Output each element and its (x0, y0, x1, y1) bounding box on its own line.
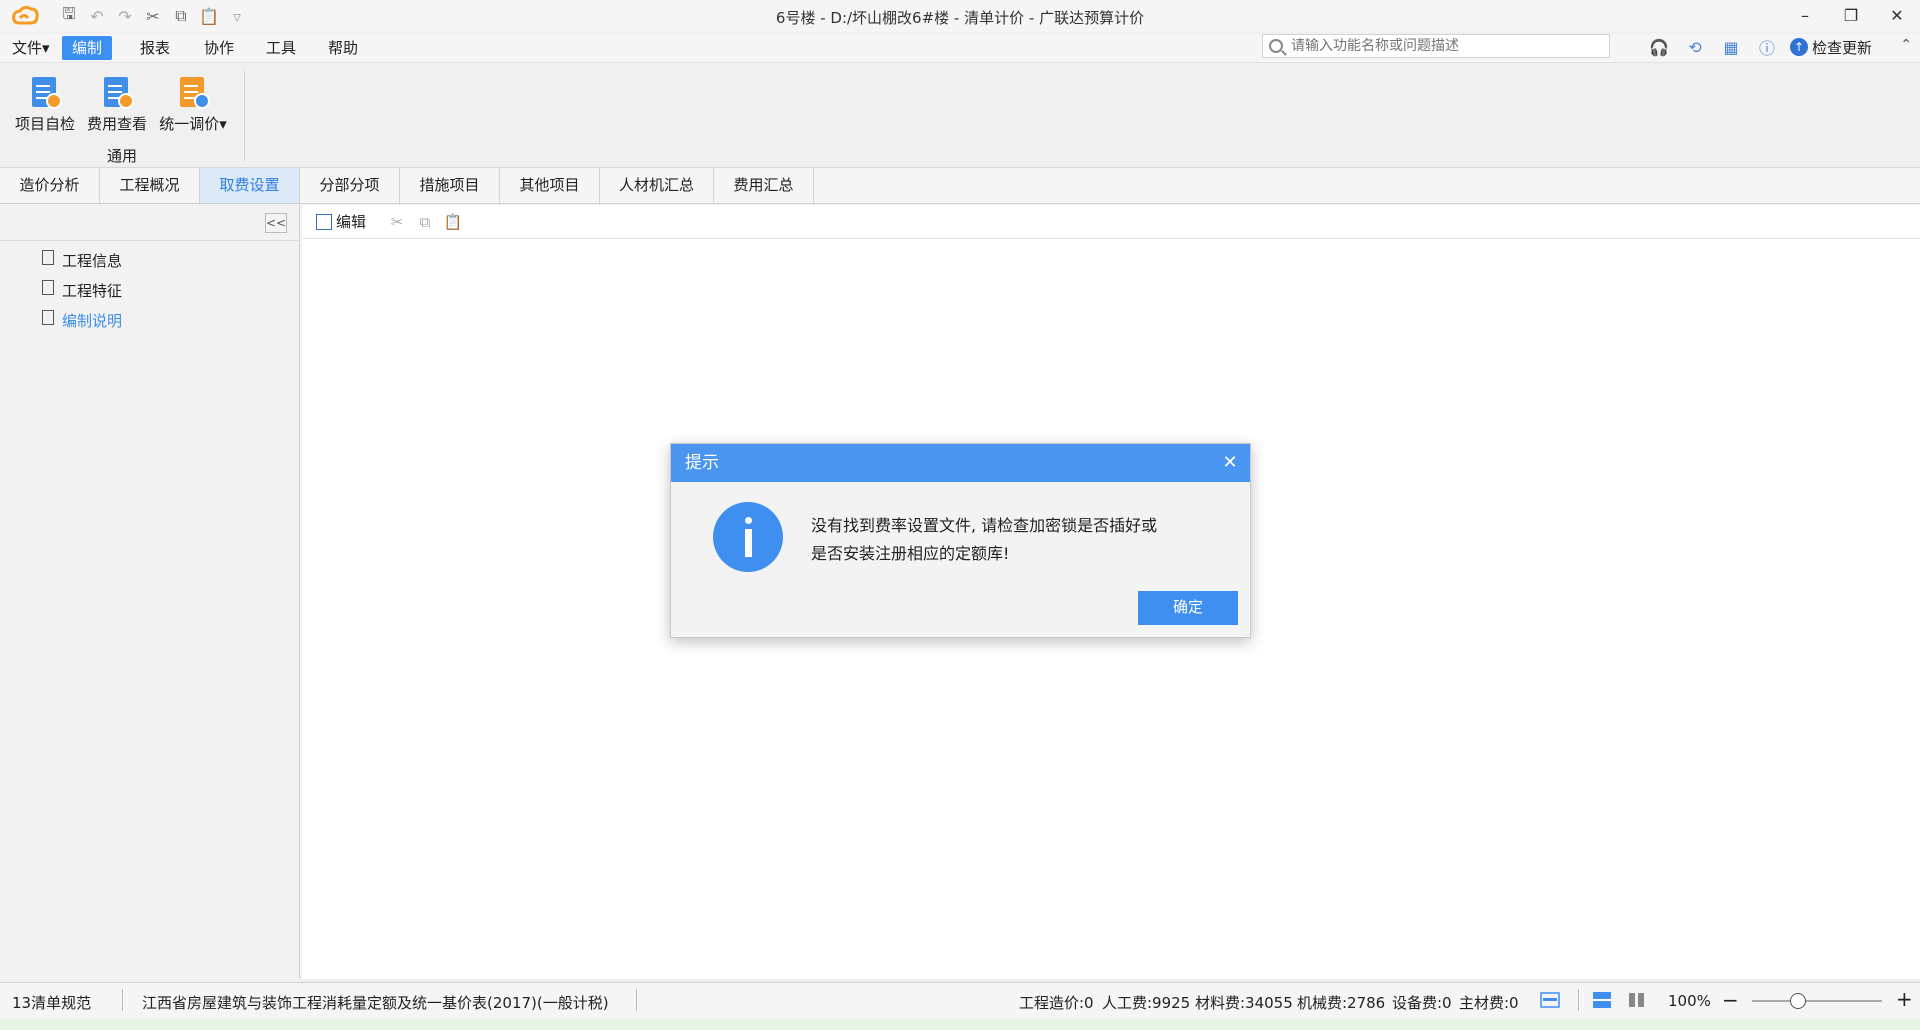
minimize-button[interactable]: – (1782, 0, 1828, 30)
tab-measures[interactable]: 措施项目 (400, 168, 500, 203)
status-equipment: 设备费:0 (1392, 994, 1452, 1012)
ribbon-separator (244, 71, 245, 161)
window-title: 6号楼 - D:/坏山棚改6#楼 - 清单计价 - 广联达预算计价 (775, 9, 1145, 27)
prompt-dialog: 提示 ✕ 没有找到费率设置文件, 请检查加密锁是否插好或 是否安装注册相应的定额… (670, 443, 1251, 638)
price-adjust-icon (178, 75, 210, 109)
menu-report[interactable]: 报表 (130, 36, 180, 60)
view-fees-icon (102, 75, 134, 109)
self-check-icon (30, 75, 62, 109)
content-toolbar: 编辑 ✂ ⧉ 📋 (302, 205, 1920, 239)
menu-bar: 文件▾ 编制 报表 协作 工具 帮助 (0, 34, 1920, 62)
restore-button[interactable]: ❐ (1828, 0, 1874, 30)
check-update-label: 检查更新 (1812, 38, 1873, 57)
module-tabs: 造价分析 工程概况 取费设置 分部分项 措施项目 其他项目 人材机汇总 费用汇总 (0, 168, 1920, 204)
zoom-in-button[interactable]: + (1896, 987, 1913, 1011)
info-icon (713, 502, 783, 572)
tree-item-label: 工程特征 (62, 281, 123, 300)
layout-top-bottom-icon[interactable] (1592, 991, 1612, 1009)
status-labor: 人工费:9925 (1102, 994, 1191, 1012)
status-separator (636, 989, 637, 1011)
zoom-out-button[interactable]: − (1722, 988, 1739, 1012)
ribbon-group-label: 通用 (106, 147, 137, 165)
dialog-message-line: 没有找到费率设置文件, 请检查加密锁是否插好或 (811, 516, 1158, 535)
nav-pane-header: << (0, 205, 300, 241)
search-input[interactable] (1291, 38, 1591, 54)
dialog-title: 提示 (685, 453, 719, 473)
menu-help[interactable]: 帮助 (318, 36, 368, 60)
copy-icon[interactable]: ⧉ (414, 212, 436, 232)
ribbon-label: 统一调价▾ (159, 115, 227, 133)
status-main-material: 主材费:0 (1459, 994, 1519, 1012)
menu-tools[interactable]: 工具 (256, 36, 306, 60)
dialog-message: 没有找到费率设置文件, 请检查加密锁是否插好或 是否安装注册相应的定额库! (811, 512, 1157, 568)
status-separator (1578, 989, 1579, 1011)
ribbon-label: 项目自检 (14, 115, 75, 133)
status-bar: 13清单规范 江西省房屋建筑与装饰工程消耗量定额及统一基价表(2017)(一般计… (0, 982, 1920, 1018)
tab-cost-analysis[interactable]: 造价分析 (0, 168, 100, 203)
edit-button[interactable]: 编辑 (316, 211, 366, 232)
tab-itemized[interactable]: 分部分项 (300, 168, 400, 203)
close-window-button[interactable]: ✕ (1874, 0, 1920, 30)
apps-grid-icon[interactable]: ▦ (1718, 36, 1744, 58)
cut-icon[interactable]: ✂ (386, 212, 408, 232)
file-icon (42, 309, 54, 325)
edit-icon (316, 213, 332, 230)
file-icon (42, 279, 54, 295)
function-search[interactable] (1262, 34, 1610, 58)
right-toolbar: 🎧 ⟲ ▦ ⓘ ↑ 检查更新 (1646, 34, 1872, 60)
collapse-pane-button[interactable]: << (265, 213, 287, 233)
tree-item-project-features[interactable]: 工程特征 (42, 277, 122, 303)
status-material: 材料费:34055 (1195, 994, 1293, 1012)
tree-item-compile-notes[interactable]: 编制说明 (42, 307, 122, 333)
dialog-title-bar: 提示 ✕ (671, 444, 1250, 482)
service-icon[interactable]: ⟲ (1682, 36, 1708, 58)
tab-labor-material-summary[interactable]: 人材机汇总 (600, 168, 714, 203)
tab-other-items[interactable]: 其他项目 (500, 168, 600, 203)
unified-price-adjust-button[interactable]: 统一调价▾ (158, 75, 228, 134)
check-update-button[interactable]: ↑ 检查更新 (1790, 37, 1872, 58)
tree-item-label: 编制说明 (62, 311, 123, 330)
status-cost-total: 工程造价:0 (1019, 994, 1094, 1012)
menu-collaborate[interactable]: 协作 (194, 36, 244, 60)
view-fees-button[interactable]: 费用查看 (82, 75, 152, 134)
tab-fee-summary[interactable]: 费用汇总 (714, 168, 814, 203)
menu-file[interactable]: 文件▾ (2, 36, 60, 60)
status-quota: 江西省房屋建筑与装饰工程消耗量定额及统一基价表(2017)(一般计税) (142, 994, 609, 1012)
headset-icon[interactable]: 🎧 (1646, 36, 1672, 58)
navigation-pane: << 工程信息 工程特征 编制说明 (0, 205, 300, 979)
status-machine: 机械费:2786 (1297, 994, 1386, 1012)
ok-button[interactable]: 确定 (1138, 591, 1238, 625)
tab-project-overview[interactable]: 工程概况 (100, 168, 200, 203)
tab-fee-settings[interactable]: 取费设置 (200, 168, 300, 203)
ribbon: 项目自检 费用查看 统一调价▾ 通用 (0, 62, 1920, 168)
paste-icon[interactable]: 📋 (442, 212, 464, 232)
edit-label: 编辑 (336, 213, 367, 231)
arrow-up-icon: ↑ (1790, 38, 1808, 56)
status-spec: 13清单规范 (12, 994, 92, 1012)
status-separator (122, 989, 123, 1011)
dialog-close-button[interactable]: ✕ (1218, 444, 1242, 482)
file-icon (42, 249, 54, 265)
dialog-message-line: 是否安装注册相应的定额库! (811, 544, 1010, 563)
search-icon (1269, 39, 1283, 53)
bottom-strip (0, 1018, 1920, 1030)
window-controls: – ❐ ✕ (1782, 0, 1920, 30)
tree-item-project-info[interactable]: 工程信息 (42, 247, 122, 273)
ribbon-label: 费用查看 (86, 115, 147, 133)
project-self-check-button[interactable]: 项目自检 (10, 75, 80, 134)
tree-item-label: 工程信息 (62, 251, 123, 270)
zoom-level: 100% (1668, 992, 1711, 1010)
menu-compile[interactable]: 编制 (62, 36, 113, 60)
zoom-slider-track[interactable] (1752, 1000, 1882, 1002)
info-menu-icon[interactable]: ⓘ (1754, 36, 1780, 58)
title-bar: 🖫 ↶ ↷ ✂ ⧉ 📋 ▿ 6号楼 - D:/坏山棚改6#楼 - 清单计价 - … (0, 0, 1920, 32)
zoom-slider-handle[interactable] (1790, 993, 1806, 1009)
layout-side-by-side-icon[interactable] (1627, 991, 1647, 1009)
collapse-ribbon-button[interactable]: ⌃ (1900, 37, 1912, 53)
layout-single-icon[interactable] (1540, 991, 1560, 1009)
